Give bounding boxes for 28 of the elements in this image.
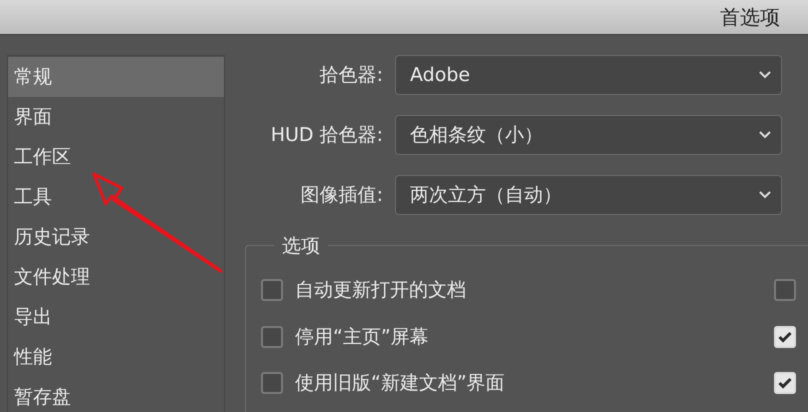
chevron-down-icon: [759, 71, 771, 79]
dropdown[interactable]: 色相条纹（小）: [395, 115, 782, 155]
checkbox[interactable]: [261, 372, 283, 394]
option-label: 停用“主页”屏幕: [295, 324, 429, 350]
checkmark-icon: [778, 330, 792, 343]
checkbox[interactable]: [261, 279, 283, 302]
dropdown[interactable]: Adobe: [395, 55, 782, 95]
option-label: 使用旧版“新建文档”界面: [295, 371, 505, 396]
sidebar-item[interactable]: 文件处理: [8, 257, 224, 297]
dropdown[interactable]: 两次立方（自动）: [395, 175, 782, 215]
sidebar-item[interactable]: 工具: [8, 177, 224, 217]
sidebar-item[interactable]: 暂存盘: [8, 377, 224, 412]
chevron-down-icon: [759, 131, 771, 139]
checkmark-icon: [778, 377, 792, 390]
sidebar-item[interactable]: 常规: [8, 57, 224, 97]
sidebar-item[interactable]: 界面: [8, 97, 224, 137]
sidebar-item[interactable]: 性能: [8, 337, 224, 377]
window-title: 首选项: [720, 4, 780, 31]
checkbox[interactable]: [774, 279, 796, 302]
chevron-down-icon: [759, 191, 771, 199]
sidebar-item[interactable]: 导出: [8, 297, 224, 337]
field-label: 拾色器:: [318, 62, 383, 88]
sidebar-item[interactable]: 历史记录: [8, 217, 224, 257]
option-label: 自动更新打开的文档: [295, 278, 466, 303]
field-label: 图像插值:: [300, 182, 383, 208]
sidebar-item[interactable]: 工作区: [8, 137, 224, 177]
field-label: HUD 拾色器:: [270, 122, 383, 148]
checkbox[interactable]: [261, 326, 283, 348]
